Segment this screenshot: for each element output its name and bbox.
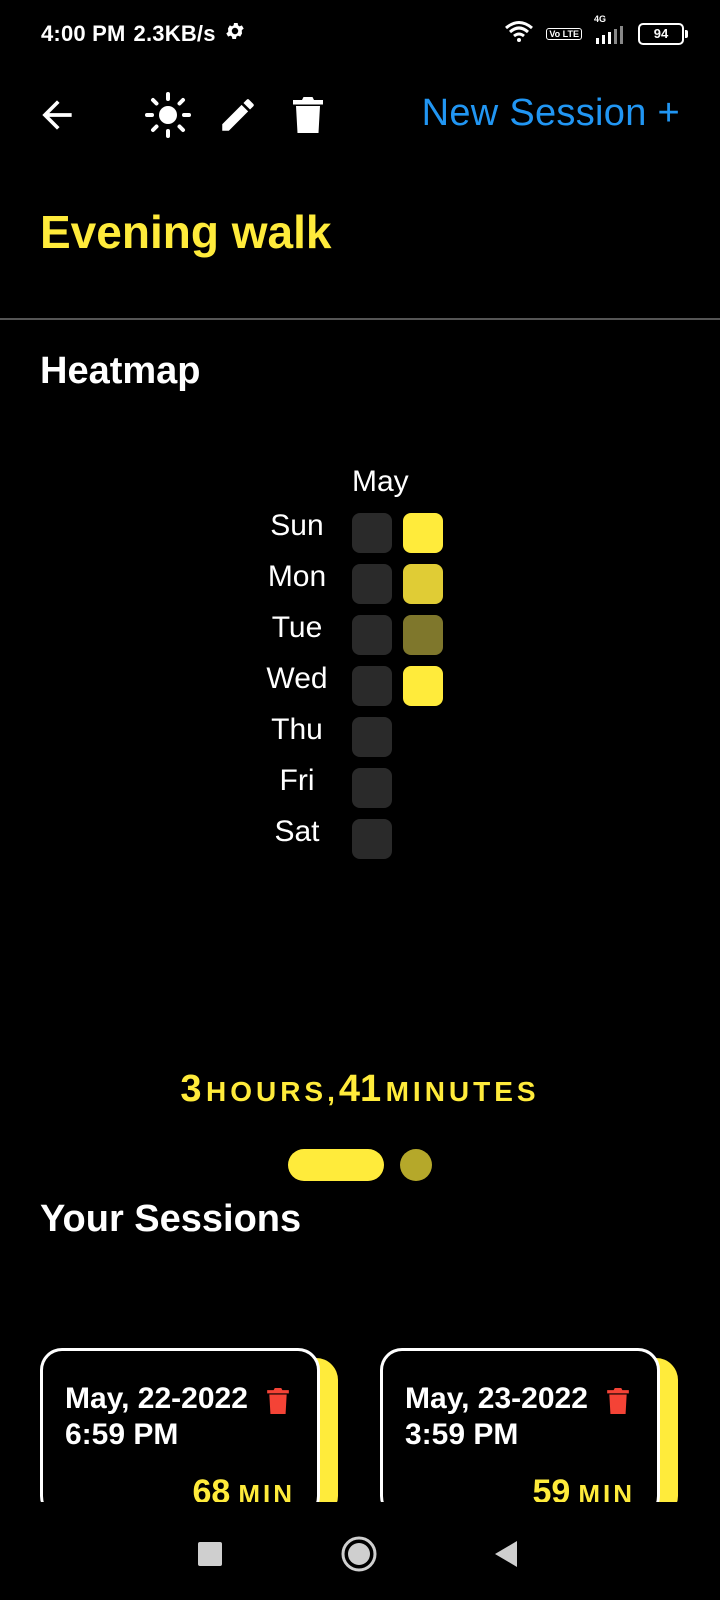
page-indicator [0, 1149, 720, 1181]
heatmap-day-label: Thu [271, 713, 323, 746]
total-duration: 3 HOURS,41 MINUTES [0, 1068, 720, 1111]
wifi-icon [504, 20, 534, 47]
network-type: 4G [594, 13, 607, 24]
delete-trash-icon[interactable] [283, 90, 333, 140]
heatmap-cell[interactable] [352, 717, 392, 757]
total-minutes-unit: MINUTES [385, 1076, 540, 1107]
session-card-body[interactable]: May, 22-2022 6:59 PM 68 MIN [40, 1348, 320, 1518]
heatmap-cell[interactable] [403, 564, 443, 604]
edit-pencil-icon[interactable] [213, 90, 263, 140]
status-left: 4:00 PM 2.3KB/s [41, 20, 246, 48]
status-bar: 4:00 PM 2.3KB/s Vo LTE 4G 94 [0, 0, 720, 70]
battery-indicator: 94 [638, 22, 688, 45]
session-date: May, 22-2022 [65, 1382, 248, 1415]
brightness-icon[interactable] [143, 90, 193, 140]
heatmap-day-label: Fri [279, 764, 315, 797]
recents-square-icon[interactable] [188, 1532, 232, 1576]
total-hours-unit: HOURS, [205, 1076, 339, 1107]
heatmap-day-label: Tue [271, 611, 323, 644]
cell-signal-icon: 4G [594, 14, 626, 44]
heatmap-cell[interactable] [352, 819, 392, 859]
heatmap-cell[interactable] [352, 768, 392, 808]
heatmap-cell[interactable] [352, 564, 392, 604]
new-session-button[interactable]: New Session + [422, 92, 680, 135]
session-card-body[interactable]: May, 23-2022 3:59 PM 59 MIN [380, 1348, 660, 1518]
session-date: May, 23-2022 [405, 1382, 588, 1415]
heatmap-day-label: Wed [266, 662, 328, 695]
session-delete-icon[interactable] [265, 1385, 291, 1422]
heatmap-title: Heatmap [40, 350, 201, 392]
volte-indicator: Vo LTE [546, 27, 582, 40]
session-delete-icon[interactable] [605, 1385, 631, 1422]
heatmap-cell[interactable] [352, 513, 392, 553]
home-circle-icon[interactable] [337, 1532, 381, 1576]
sessions-title: Your Sessions [40, 1198, 302, 1240]
session-datetime: May, 23-2022 3:59 PM [405, 1381, 588, 1453]
total-hours: 3 [180, 1068, 202, 1110]
heatmap-cell[interactable] [403, 513, 443, 553]
back-triangle-icon[interactable] [484, 1532, 528, 1576]
activity-title: Evening walk [40, 206, 332, 258]
session-time: 3:59 PM [405, 1418, 519, 1451]
status-speed: 2.3KB/s [133, 21, 216, 46]
total-minutes: 41 [338, 1068, 382, 1110]
heatmap-cell[interactable] [352, 615, 392, 655]
heatmap-month-label: May [352, 465, 409, 498]
status-right: Vo LTE 4G 94 [504, 14, 688, 47]
session-time: 6:59 PM [65, 1418, 179, 1451]
session-card[interactable]: May, 23-2022 3:59 PM 59 MIN [380, 1348, 680, 1518]
session-card[interactable]: May, 22-2022 6:59 PM 68 MIN [40, 1348, 340, 1518]
divider [0, 318, 720, 320]
heatmap-cell[interactable] [403, 666, 443, 706]
heatmap-day-label: Mon [267, 560, 327, 593]
heatmap-day-label: Sat [274, 815, 320, 848]
settings-gear-icon [224, 20, 246, 48]
heatmap-day-label: Sun [270, 509, 324, 542]
toolbar: New Session + [0, 80, 720, 150]
heatmap-grid: May Sun Mon Tue Wed Thu Fri Sat [250, 465, 470, 885]
back-arrow-icon[interactable] [32, 90, 82, 140]
app-screen: 4:00 PM 2.3KB/s Vo LTE 4G 94 New Session… [0, 0, 720, 1600]
system-nav-bar [0, 1502, 720, 1600]
session-datetime: May, 22-2022 6:59 PM [65, 1381, 248, 1453]
status-time: 4:00 PM [41, 21, 126, 46]
heatmap-cell[interactable] [403, 615, 443, 655]
heatmap-cell[interactable] [352, 666, 392, 706]
page-dot-active[interactable] [288, 1149, 384, 1181]
page-dot[interactable] [400, 1149, 432, 1181]
